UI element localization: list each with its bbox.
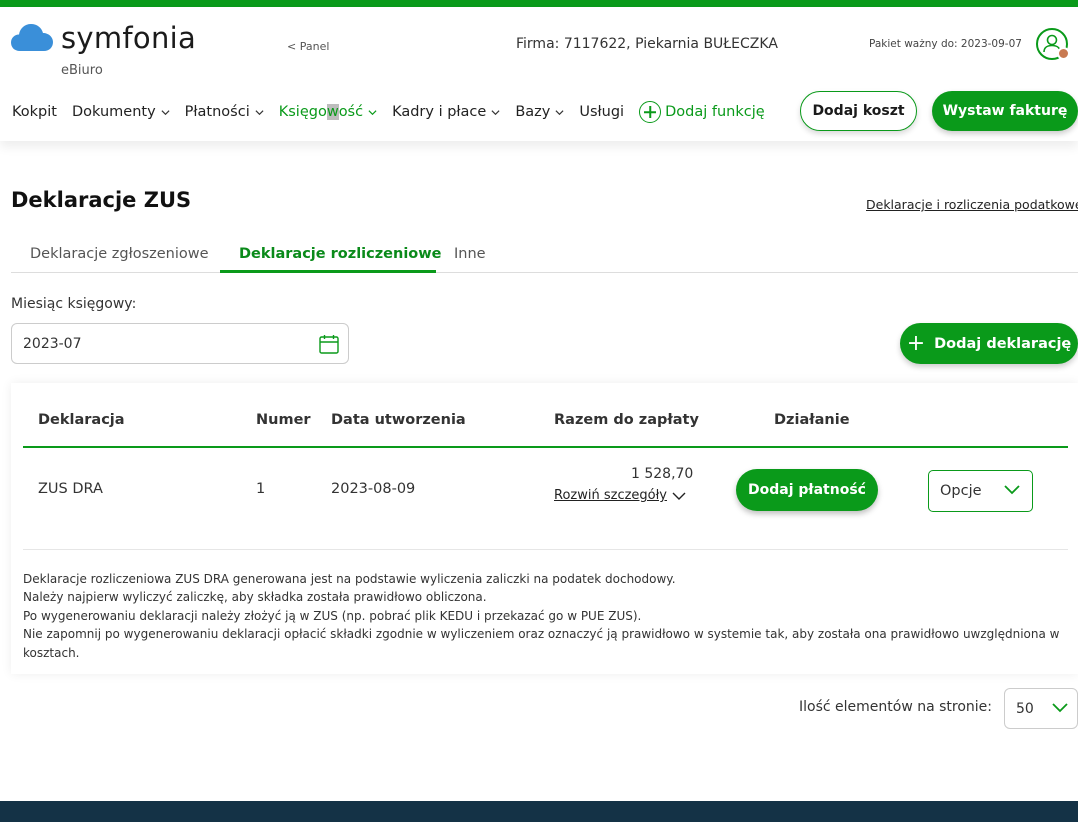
package-validity: Pakiet ważny do: 2023-09-07: [869, 38, 1022, 50]
nav-item-label: Płatności: [184, 104, 250, 120]
options-dropdown[interactable]: Opcje: [928, 470, 1033, 512]
nav-item-dokumenty[interactable]: Dokumenty: [72, 104, 170, 120]
tax-declarations-link[interactable]: Deklaracje i rozliczenia podatkowe: [866, 197, 1078, 212]
options-label: Opcje: [940, 483, 982, 499]
add-function-button[interactable]: Dodaj funkcję: [639, 101, 765, 123]
chevron-down-icon: [1052, 703, 1068, 713]
nav-item-label: Usługi: [579, 104, 625, 120]
issue-invoice-button[interactable]: Wystaw fakturę: [932, 91, 1078, 131]
per-page-value: 50: [1016, 701, 1034, 717]
month-input-value: 2023-07: [23, 336, 82, 352]
nav-item-platnosci[interactable]: Płatności: [185, 104, 264, 120]
symfonia-logo[interactable]: symfonia: [11, 21, 196, 55]
calendar-icon[interactable]: [318, 333, 340, 355]
nav-item-uslugi[interactable]: Usługi: [579, 104, 624, 120]
nav-item-ksiegowosc[interactable]: Księgowość: [279, 104, 377, 120]
top-accent-strip: [0, 0, 1078, 7]
company-info: Firma: 7117622, Piekarnia BUŁECZKA: [516, 36, 778, 52]
chevron-down-icon: [672, 492, 686, 500]
chevron-down-icon: [255, 109, 264, 115]
number-cell: 1: [256, 481, 266, 497]
add-declaration-label: Dodaj deklarację: [934, 335, 1072, 352]
nav-item-kokpit[interactable]: Kokpit: [12, 104, 57, 120]
info-note: Deklaracje rozliczeniowa ZUS DRA generow…: [23, 570, 1063, 662]
tab-other[interactable]: Inne: [454, 246, 486, 262]
main-navigation: Kokpit Dokumenty Płatności Księgowość Ka…: [12, 101, 765, 123]
per-page-label: Ilość elementów na stronie:: [799, 699, 993, 715]
nav-item-label: Kadry i płace: [392, 104, 487, 120]
plus-circle-icon: [639, 101, 662, 123]
month-label: Miesiąc księgowy:: [11, 296, 137, 312]
panel-link[interactable]: < Panel: [287, 40, 329, 53]
declaration-cell: ZUS DRA: [38, 481, 103, 497]
declaration-tabs: Deklaracje zgłoszeniowe Deklaracje rozli…: [11, 236, 1078, 273]
month-input[interactable]: 2023-07: [11, 323, 349, 364]
declarations-table-card: Deklaracja Numer Data utworzenia Razem d…: [11, 383, 1078, 674]
cloud-logo-icon: [11, 24, 53, 51]
add-function-label: Dodaj funkcję: [665, 104, 765, 120]
logo-subtitle: eBiuro: [61, 63, 103, 78]
column-header-declaration: Deklaracja: [38, 412, 125, 428]
page-title: Deklaracje ZUS: [11, 188, 192, 212]
column-header-total: Razem do zapłaty: [554, 412, 699, 428]
expand-details-link[interactable]: Rozwiń szczegóły: [554, 488, 686, 503]
created-date-cell: 2023-08-09: [331, 481, 416, 497]
column-header-action: Działanie: [774, 412, 850, 428]
per-page-select[interactable]: 50: [1004, 688, 1078, 729]
chevron-down-icon: [1004, 485, 1020, 495]
nav-item-label: Dokumenty: [71, 104, 156, 120]
logo-text: symfonia: [61, 21, 197, 55]
note-line: Po wygenerowaniu deklaracji należy złoży…: [23, 608, 642, 623]
tab-settlement-declarations[interactable]: Deklaracje rozliczeniowe: [239, 246, 442, 262]
chevron-down-icon: [491, 109, 500, 115]
row-divider: [23, 549, 1068, 550]
nav-item-bazy[interactable]: Bazy: [515, 104, 564, 120]
amount-cell: 1 528,70: [631, 466, 694, 482]
column-header-number: Numer: [256, 412, 311, 428]
nav-item-label: Bazy: [515, 104, 551, 120]
user-status-dot: [1057, 47, 1070, 60]
column-header-created: Data utworzenia: [331, 412, 466, 428]
nav-item-label: Kokpit: [12, 104, 57, 120]
nav-item-label: Księgowość: [278, 104, 364, 120]
add-declaration-button[interactable]: + Dodaj deklarację: [900, 323, 1078, 364]
footer-bar: [0, 801, 1078, 822]
add-payment-button[interactable]: Dodaj płatność: [736, 469, 878, 511]
app-header: symfonia eBiuro < Panel Firma: 7117622, …: [0, 7, 1078, 141]
tab-registration-declarations[interactable]: Deklaracje zgłoszeniowe: [30, 246, 209, 262]
note-line: Nie zapomnij po wygenerowaniu deklaracji…: [23, 627, 1060, 660]
note-line: Deklaracje rozliczeniowa ZUS DRA generow…: [23, 572, 676, 586]
note-line: Należy najpierw wyliczyć zaliczkę, aby s…: [23, 590, 487, 605]
cursor-highlight: w: [326, 104, 339, 120]
expand-details-label: Rozwiń szczegóły: [554, 488, 668, 503]
add-cost-button[interactable]: Dodaj koszt: [800, 91, 917, 131]
chevron-down-icon: [555, 109, 564, 115]
chevron-down-icon: [161, 109, 170, 115]
active-tab-indicator: [220, 270, 436, 273]
table-header-divider: [23, 446, 1068, 448]
plus-icon: +: [906, 330, 926, 356]
chevron-down-icon: [368, 109, 377, 115]
nav-item-kadry[interactable]: Kadry i płace: [392, 104, 500, 120]
